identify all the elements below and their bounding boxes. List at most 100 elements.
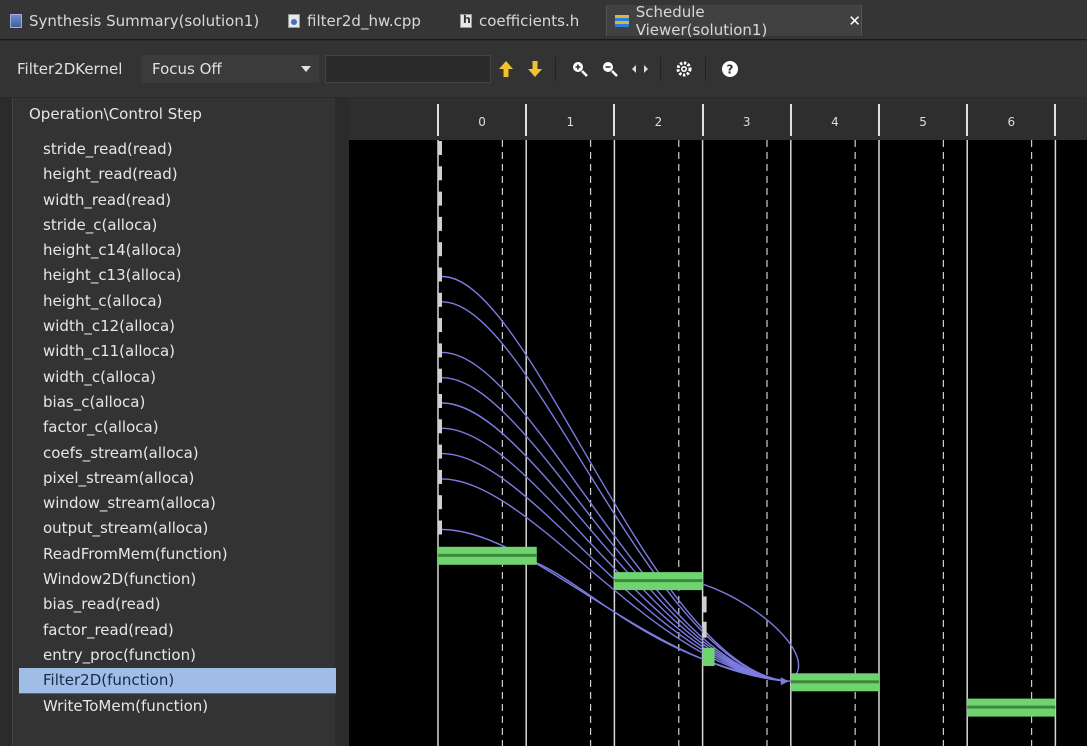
tab-coefficients-h[interactable]: coefficients.h xyxy=(452,5,597,36)
operation-item[interactable]: width_c12(alloca) xyxy=(19,314,336,339)
schedule-icon xyxy=(615,14,629,27)
operation-item[interactable]: width_c11(alloca) xyxy=(19,339,336,364)
step-boundary xyxy=(789,104,792,136)
tab-filter2d-hw-cpp[interactable]: filter2d_hw.cpp xyxy=(280,5,440,36)
search-input[interactable] xyxy=(325,55,491,83)
operations-panel: Operation\Control Step stride_read(read)… xyxy=(12,98,336,746)
op-marker xyxy=(438,469,442,484)
op-bar-entry-proc xyxy=(702,648,715,666)
op-marker xyxy=(438,216,442,231)
op-marker xyxy=(438,495,442,510)
edge-arrowhead xyxy=(780,677,789,686)
focus-select[interactable]: Focus Off xyxy=(141,55,319,83)
operation-item[interactable]: bias_read(read) xyxy=(19,592,336,617)
module-label: Filter2DKernel xyxy=(17,60,123,78)
op-marker xyxy=(702,596,707,613)
op-marker xyxy=(438,444,442,459)
tab-synthesis-summary[interactable]: Synthesis Summary(solution1) xyxy=(2,5,272,36)
operation-item[interactable]: bias_c(alloca) xyxy=(19,390,336,415)
step-boundary xyxy=(437,104,439,136)
dependency-edge xyxy=(441,452,789,682)
dependency-edge xyxy=(702,583,800,682)
op-marker xyxy=(438,191,442,206)
operation-item[interactable]: width_read(read) xyxy=(19,188,336,213)
editor-tab-bar: Synthesis Summary(solution1) filter2d_hw… xyxy=(0,0,1087,40)
operation-item[interactable]: factor_c(alloca) xyxy=(19,415,336,440)
op-marker xyxy=(438,242,442,257)
op-marker xyxy=(438,267,442,282)
tab-label: Schedule Viewer(solution1) xyxy=(635,2,768,39)
dependency-edge xyxy=(441,377,789,682)
op-marker xyxy=(438,368,442,383)
operation-item[interactable]: width_c(alloca) xyxy=(19,365,336,390)
schedule-toolbar: Filter2DKernel Focus Off ? xyxy=(0,41,1087,97)
op-marker xyxy=(438,343,442,358)
operation-item[interactable]: coefs_stream(alloca) xyxy=(19,441,336,466)
control-step-header: 0 1 2 3 4 5 6 xyxy=(349,98,1087,140)
operation-item[interactable]: stride_read(read) xyxy=(19,137,336,162)
focus-value: Focus Off xyxy=(152,60,222,78)
operation-item[interactable]: stride_c(alloca) xyxy=(19,213,336,238)
header-file-icon xyxy=(460,13,472,28)
chevron-down-icon xyxy=(301,66,311,72)
operation-item[interactable]: factor_read(read) xyxy=(19,618,336,643)
step-number: 4 xyxy=(831,115,839,129)
toolbar-separator xyxy=(555,57,556,81)
tab-label: Synthesis Summary(solution1) xyxy=(29,11,260,30)
step-boundary xyxy=(966,104,969,136)
operation-item[interactable]: output_stream(alloca) xyxy=(19,516,336,541)
zoom-out-icon[interactable] xyxy=(600,59,620,79)
op-marker xyxy=(438,141,442,155)
close-icon[interactable]: ✕ xyxy=(848,12,861,30)
toolbar-separator xyxy=(660,57,661,81)
step-boundary xyxy=(1054,104,1057,136)
operation-item[interactable]: height_c13(alloca) xyxy=(19,263,336,288)
step-number: 0 xyxy=(478,115,486,129)
gear-icon[interactable] xyxy=(674,59,694,79)
summary-icon xyxy=(10,13,22,28)
operation-item[interactable]: pixel_stream(alloca) xyxy=(19,466,336,491)
arrow-up-icon[interactable] xyxy=(496,59,516,79)
operation-item[interactable]: Window2D(function) xyxy=(19,567,336,592)
step-boundary xyxy=(878,104,880,136)
op-bar-readfrommem-stripe xyxy=(438,553,537,557)
operation-item[interactable]: entry_proc(function) xyxy=(19,643,336,668)
arrow-down-icon[interactable] xyxy=(525,59,545,79)
op-marker xyxy=(438,520,442,535)
step-number: 1 xyxy=(566,115,575,129)
operations-list: stride_read(read) height_read(read) width_… xyxy=(19,137,336,719)
step-number: 6 xyxy=(1007,115,1016,129)
operation-item[interactable]: ReadFromMem(function) xyxy=(19,542,336,567)
help-icon[interactable]: ? xyxy=(720,59,740,79)
operation-item[interactable]: height_c14(alloca) xyxy=(19,238,336,263)
operation-item[interactable]: Filter2D(function) xyxy=(19,668,336,694)
op-marker xyxy=(702,621,707,638)
toolbar-separator xyxy=(705,57,706,81)
op-marker xyxy=(438,318,442,333)
cpp-file-icon xyxy=(288,13,300,28)
operation-item[interactable]: WriteToMem(function) xyxy=(19,694,336,719)
op-marker xyxy=(438,394,442,408)
zoom-in-icon[interactable] xyxy=(570,59,590,79)
op-bar-writetomem-stripe xyxy=(967,705,1056,709)
step-number: 2 xyxy=(654,115,663,129)
dependency-edge xyxy=(441,275,789,682)
step-boundary xyxy=(613,104,616,136)
op-marker xyxy=(438,419,442,434)
op-bar-filter2d-stripe xyxy=(790,680,879,684)
svg-text:?: ? xyxy=(727,63,734,77)
operation-item[interactable]: height_read(read) xyxy=(19,162,336,187)
tab-schedule-viewer[interactable]: Schedule Viewer(solution1) ✕ xyxy=(606,2,862,39)
zoom-fit-icon[interactable] xyxy=(630,59,650,79)
operation-item[interactable]: window_stream(alloca) xyxy=(19,491,336,516)
schedule-svg xyxy=(437,140,1057,746)
step-number: 3 xyxy=(742,115,751,129)
op-marker xyxy=(438,166,442,181)
operations-header: Operation\Control Step xyxy=(29,105,202,123)
tab-label: filter2d_hw.cpp xyxy=(307,11,421,30)
step-number: 5 xyxy=(919,115,927,129)
op-bar-window2d-stripe xyxy=(614,579,703,583)
step-boundary xyxy=(701,104,704,136)
schedule-chart[interactable] xyxy=(349,140,1087,746)
operation-item[interactable]: height_c(alloca) xyxy=(19,289,336,314)
